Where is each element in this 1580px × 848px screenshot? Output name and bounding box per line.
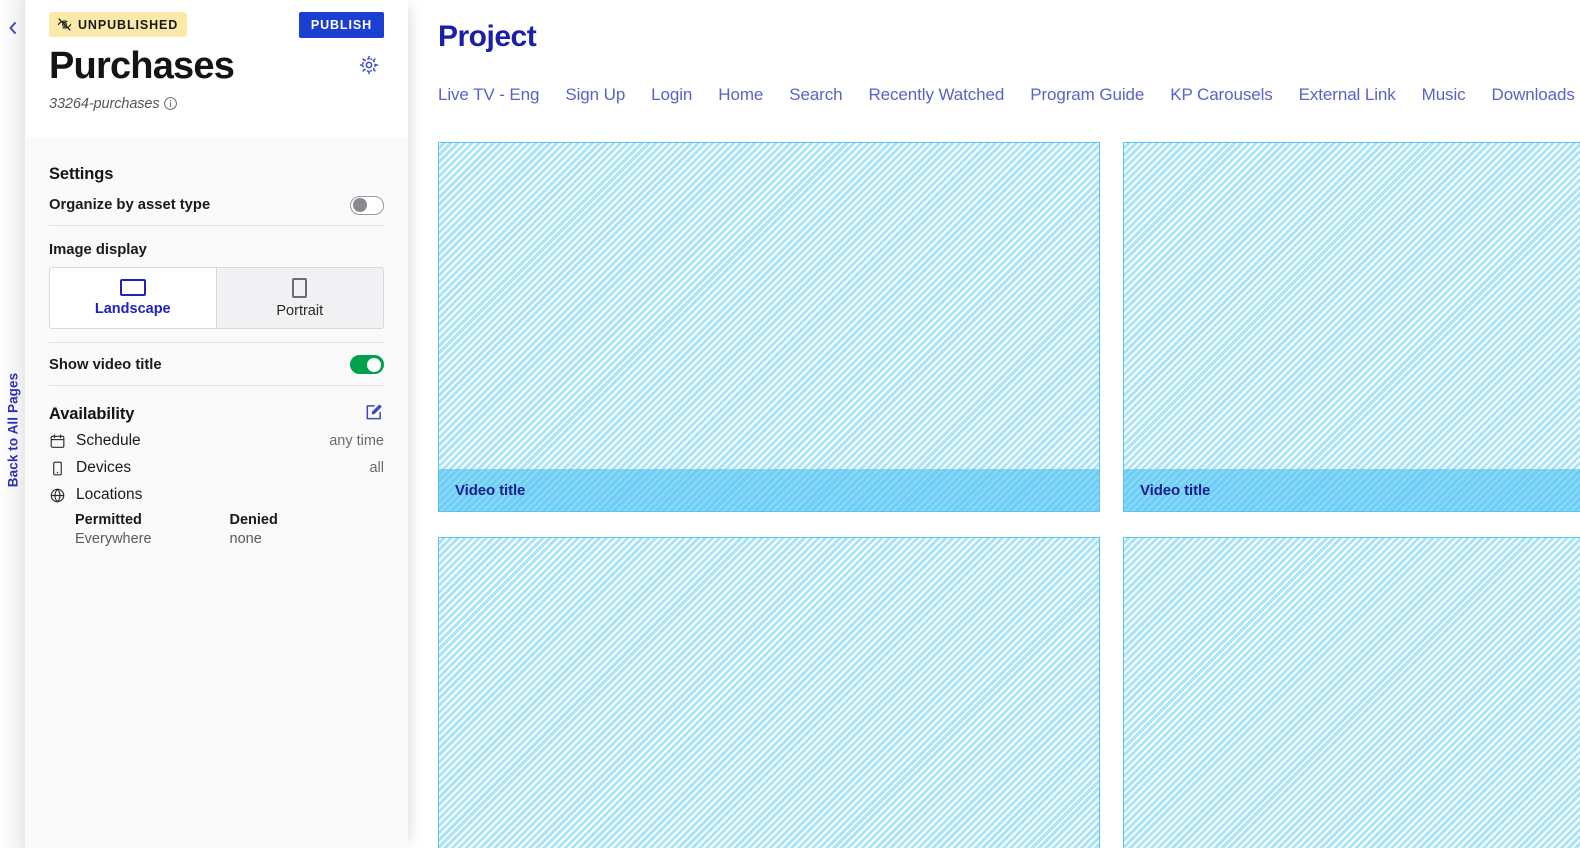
nav-item-home[interactable]: Home [718, 85, 789, 105]
organize-by-asset-type-label: Organize by asset type [49, 197, 211, 213]
settings-heading: Settings [49, 165, 114, 183]
organize-by-asset-type-row: Organize by asset type [49, 184, 384, 226]
page-settings-button[interactable] [356, 53, 382, 79]
nav-item-kp-carousels[interactable]: KP Carousels [1170, 85, 1298, 105]
sidebar-body: Settings Organize by asset type Image di… [25, 137, 408, 547]
video-card[interactable] [1123, 537, 1580, 848]
edit-availability-button[interactable] [362, 403, 384, 425]
nav-item-search[interactable]: Search [789, 85, 868, 105]
availability-label-schedule: Schedule [76, 432, 141, 449]
page-title-row: Purchases [49, 44, 384, 89]
nav-item-music[interactable]: Music [1422, 85, 1492, 105]
eye-off-icon [57, 17, 72, 32]
status-badge: UNPUBLISHED [49, 12, 188, 37]
availability-label-devices: Devices [76, 459, 132, 476]
app-root: Back to All Pages UNPUBLISHED PUBLISH Pu… [0, 0, 1580, 848]
publish-button[interactable]: PUBLISH [298, 12, 384, 38]
calendar-icon [49, 433, 66, 450]
nav-item-live-tv-eng[interactable]: Live TV - Eng [438, 85, 565, 105]
availability-value-schedule: any time [329, 433, 384, 449]
preview-pane: Project Live TV - Eng Sign Up Login Home Sea… [408, 0, 1580, 848]
rectangle-landscape-icon [119, 279, 146, 296]
image-display-option-portrait-label: Portrait [276, 302, 324, 319]
gear-icon [359, 55, 379, 78]
video-card[interactable] [438, 537, 1100, 848]
status-row: UNPUBLISHED PUBLISH [49, 12, 384, 38]
video-card-title: Video title [1140, 481, 1211, 499]
availability-row-devices[interactable]: Devices all [49, 454, 384, 481]
availability-header: Availability [49, 386, 384, 427]
nav-item-recently-watched[interactable]: Recently Watched [869, 85, 1031, 105]
nav-item-external-link[interactable]: External Link [1299, 85, 1422, 105]
page-slug-row: 33264-purchases [49, 96, 384, 112]
info-circle-icon[interactable] [163, 96, 178, 111]
video-card-grid: Video title Video title [438, 142, 1580, 848]
page-slug: 33264-purchases [49, 95, 160, 112]
sidebar-header: UNPUBLISHED PUBLISH Purchases 33264-purc… [25, 0, 408, 137]
availability-row-schedule[interactable]: Schedule any time [49, 427, 384, 454]
availability-row-locations[interactable]: Locations [49, 481, 384, 508]
locations-denied-header: Denied [229, 512, 278, 528]
rectangle-portrait-icon [292, 277, 308, 298]
nav-item-program-guide[interactable]: Program Guide [1030, 85, 1170, 105]
globe-icon [49, 487, 66, 504]
image-display-segmented-control: Landscape Portrait [49, 267, 384, 329]
device-icon [49, 460, 66, 477]
video-card-titlebar: Video title [1124, 469, 1580, 511]
segmented-divider [49, 329, 384, 343]
project-title: Project [438, 20, 537, 53]
locations-table: Permitted Everywhere Denied none [49, 508, 384, 547]
locations-permitted-value: Everywhere [75, 531, 152, 547]
page-title: Purchases [49, 45, 235, 87]
nav-item-downloads[interactable]: Downloads [1492, 85, 1580, 105]
settings-sidebar: UNPUBLISHED PUBLISH Purchases 33264-purc… [25, 0, 408, 848]
video-card[interactable]: Video title [1123, 142, 1580, 512]
show-video-title-row: Show video title [49, 343, 384, 385]
show-video-title-label: Show video title [49, 356, 162, 373]
availability-label-locations: Locations [76, 486, 143, 503]
left-rail: Back to All Pages [0, 0, 25, 848]
locations-permitted-header: Permitted [75, 512, 142, 528]
locations-denied-value: none [229, 531, 262, 547]
nav-item-sign-up[interactable]: Sign Up [565, 85, 651, 105]
locations-denied-column: Denied none [230, 512, 385, 547]
back-to-all-pages-link[interactable]: Back to All Pages [5, 373, 20, 488]
image-display-label: Image display [49, 242, 147, 258]
show-video-title-toggle[interactable] [350, 355, 384, 374]
video-card-titlebar: Video title [439, 469, 1099, 511]
availability-heading: Availability [49, 404, 135, 423]
video-card-title: Video title [455, 481, 526, 499]
image-display-option-portrait[interactable]: Portrait [217, 268, 384, 328]
status-badge-label: UNPUBLISHED [78, 17, 179, 32]
toggle-knob [353, 198, 367, 212]
image-display-option-landscape-label: Landscape [94, 301, 171, 317]
locations-permitted-column: Permitted Everywhere [75, 512, 230, 547]
availability-value-devices: all [369, 460, 384, 476]
collapse-panel-button[interactable] [5, 20, 21, 36]
image-display-option-landscape[interactable]: Landscape [50, 268, 217, 328]
toggle-knob [367, 357, 381, 372]
nav-item-login[interactable]: Login [651, 85, 718, 105]
edit-pencil-icon [364, 403, 383, 425]
video-card[interactable]: Video title [438, 142, 1100, 512]
chevron-left-icon [7, 21, 19, 35]
preview-navbar: Live TV - Eng Sign Up Login Home Search Recen… [438, 80, 1580, 110]
organize-by-asset-type-toggle[interactable] [350, 195, 384, 215]
